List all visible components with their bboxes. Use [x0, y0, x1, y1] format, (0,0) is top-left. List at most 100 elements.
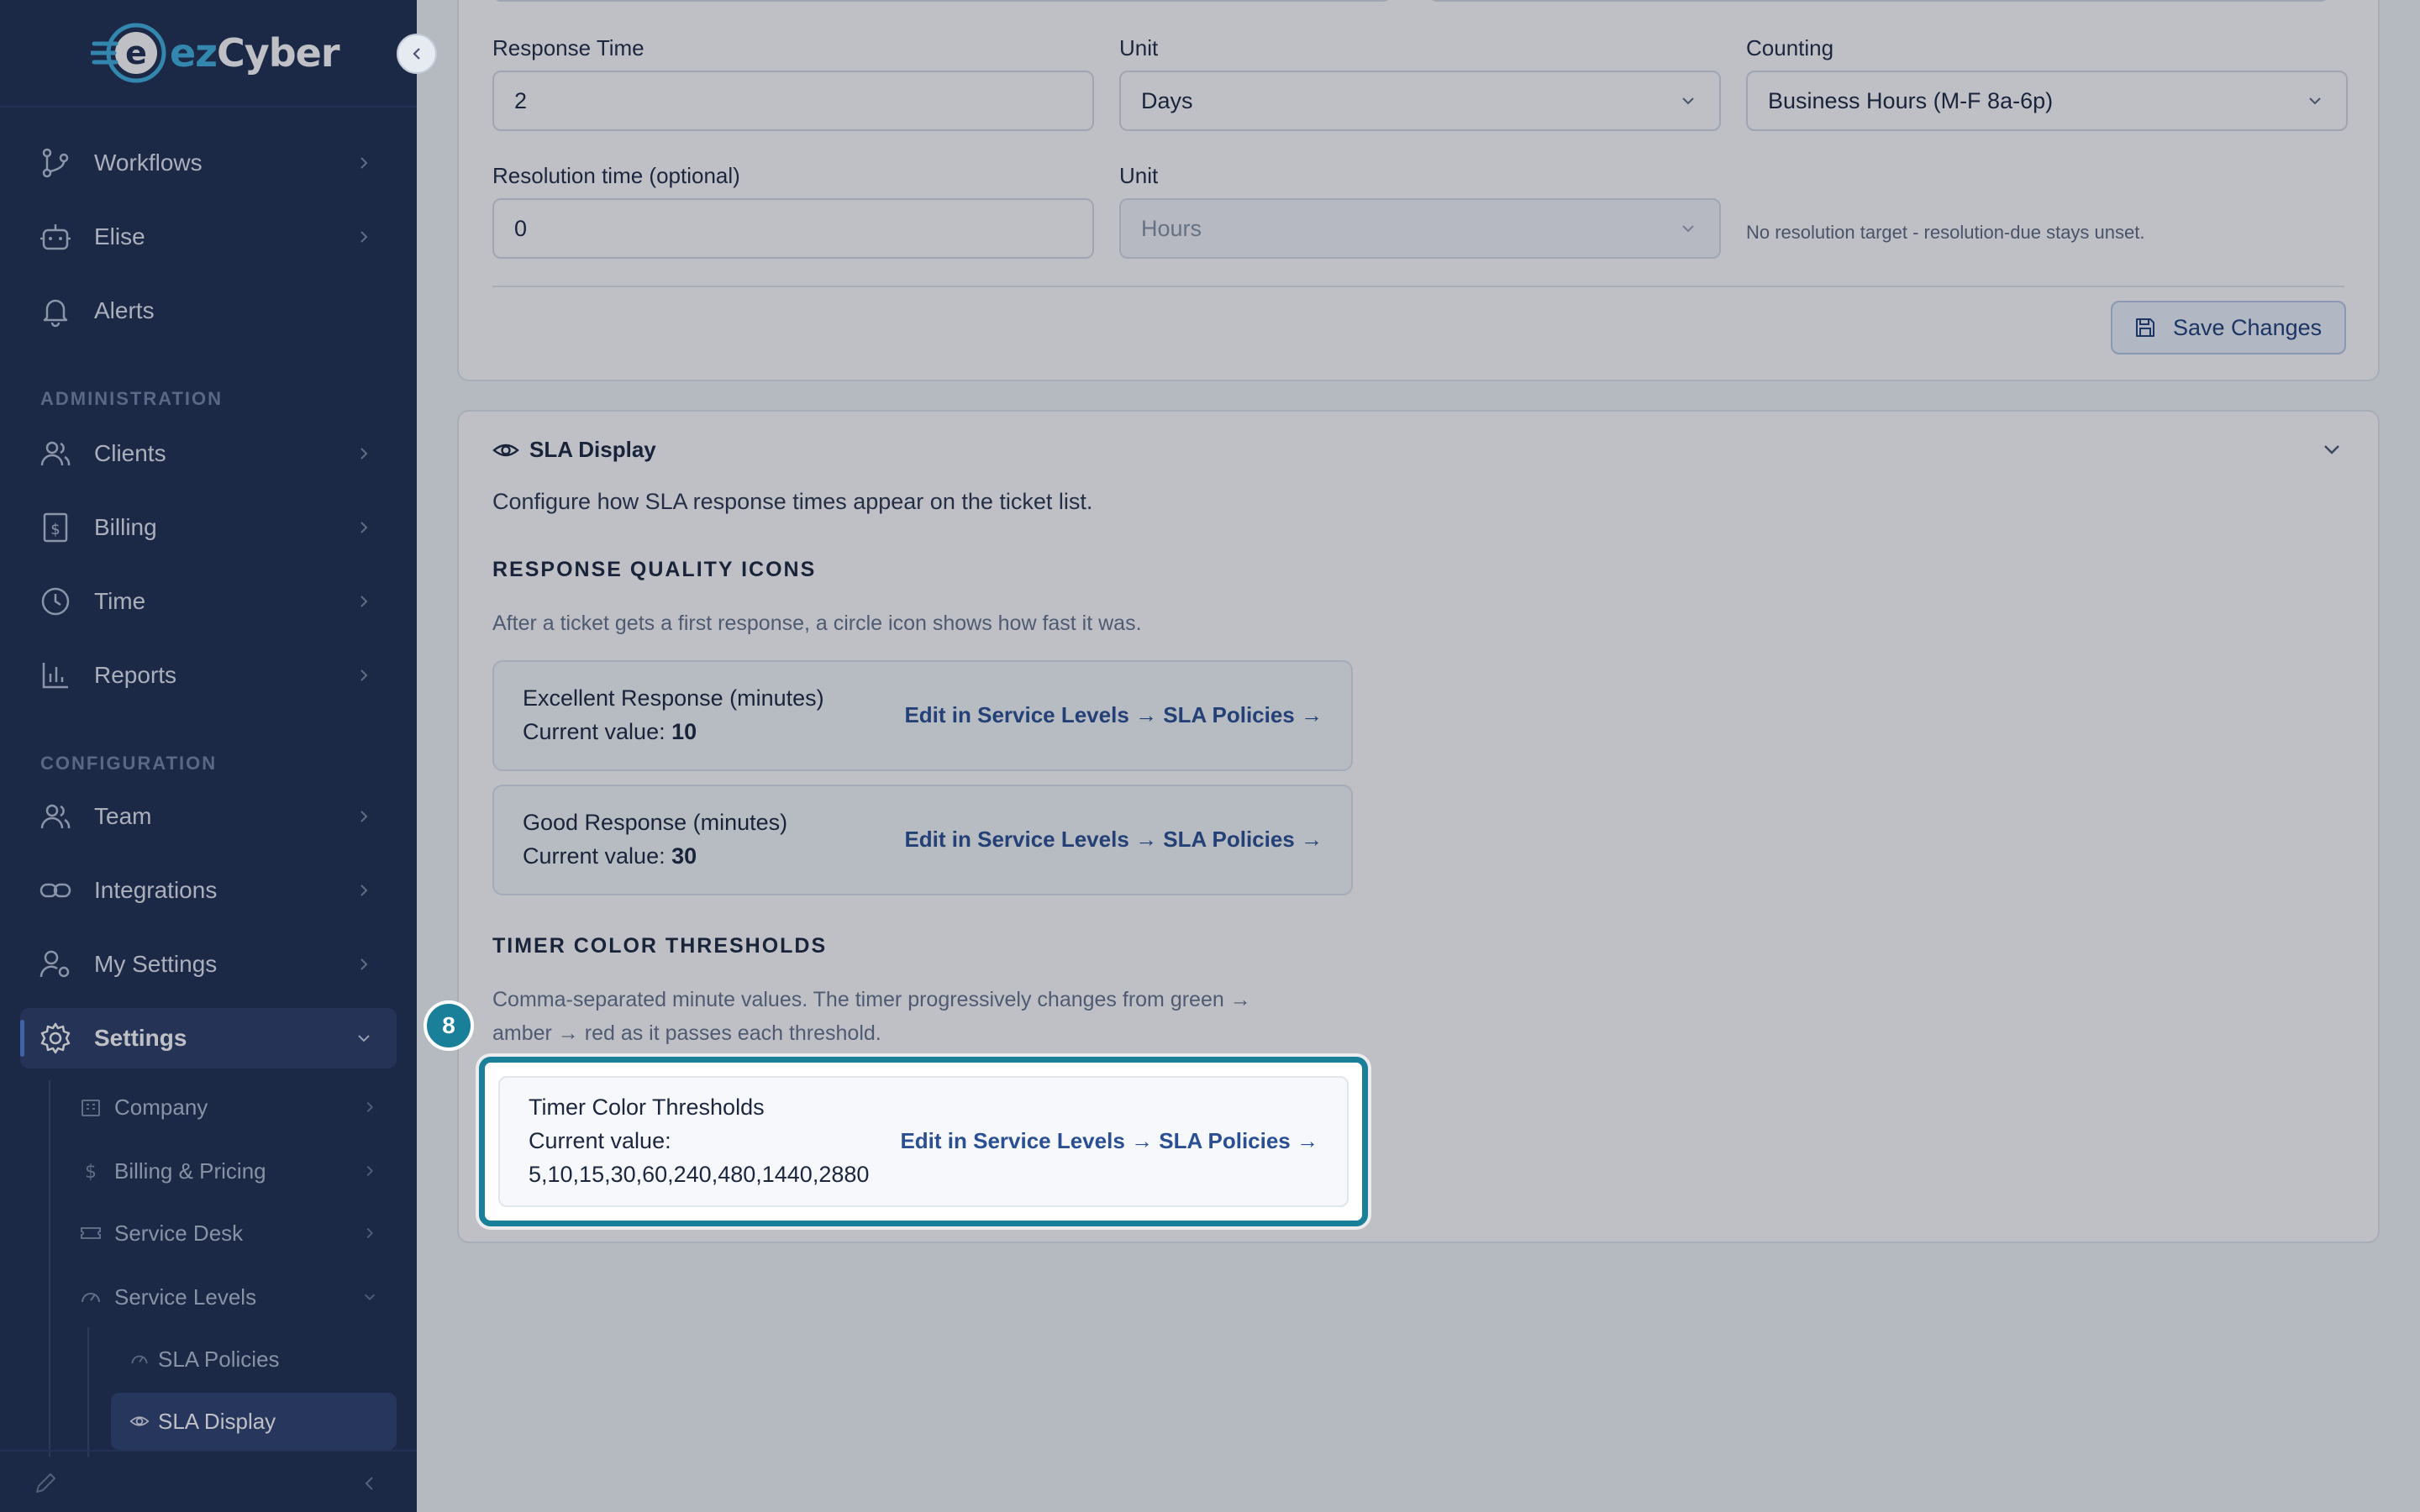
- nav-item-settings[interactable]: Settings: [20, 1008, 397, 1068]
- sidebar-item-billing-pricing[interactable]: $ Billing & Pricing: [59, 1144, 395, 1198]
- users-icon: [40, 441, 71, 466]
- building-icon: [82, 1100, 100, 1116]
- configuration-header: CONFIGURATION: [40, 753, 218, 774]
- nav-item-reports[interactable]: Reports: [20, 645, 397, 706]
- excellent-title: Excellent Response (minutes): [523, 685, 824, 711]
- chevron-right-icon: [360, 448, 368, 459]
- user-cog-icon: [39, 950, 70, 978]
- timer-thresholds-header: TIMER COLOR THRESHOLDS: [492, 934, 828, 958]
- brand-name: ezCyber: [170, 30, 340, 76]
- sla-display-title: SLA Display: [529, 437, 656, 462]
- sidebar-item-sla-display[interactable]: SLA Display: [111, 1393, 397, 1450]
- nav-item-elise[interactable]: Elise: [20, 207, 397, 267]
- chevron-right-icon: [366, 1101, 374, 1113]
- chevron-right-icon: [360, 885, 368, 896]
- sidebar-item-label: SLA Display: [158, 1408, 276, 1434]
- nav-item-clients[interactable]: Clients: [20, 423, 397, 484]
- nav-item-team[interactable]: Team: [20, 786, 397, 847]
- link-icon: [39, 883, 71, 898]
- chevron-right-icon: [360, 231, 368, 243]
- chevron-down-icon: [364, 1294, 376, 1301]
- nav-item-workflows[interactable]: Workflows: [20, 133, 397, 193]
- nav-label: Integrations: [94, 877, 218, 903]
- value-number: 10: [671, 719, 697, 744]
- value-prefix: Current value:: [523, 843, 672, 869]
- response-time-label: Response Time: [492, 35, 644, 60]
- sidebar-item-label: SLA Policies: [158, 1346, 280, 1372]
- save-icon: [2136, 318, 2154, 337]
- sidebar-header: e ezCyber: [0, 0, 417, 108]
- submenu-guide: [49, 1080, 50, 1457]
- response-quality-header: RESPONSE QUALITY ICONS: [492, 558, 817, 581]
- nav-label: Team: [94, 803, 152, 829]
- timer-desc-line1: Comma-separated minute values. The timer…: [492, 988, 1251, 1011]
- sidebar-collapse-button[interactable]: [397, 34, 437, 74]
- svg-text:$: $: [85, 1162, 97, 1183]
- value-prefix: Current value:: [523, 719, 672, 744]
- input-value: 2: [514, 87, 528, 113]
- nav-label: Billing: [94, 514, 157, 540]
- gauge-icon: [131, 1355, 148, 1364]
- input-partial[interactable]: [492, 0, 1392, 2]
- sidebar-item-service-levels[interactable]: Service Levels: [59, 1270, 395, 1324]
- brand-name-prefix: ez: [170, 30, 218, 76]
- save-label: Save Changes: [2173, 314, 2323, 340]
- resolution-label: Resolution time (optional): [492, 163, 740, 188]
- sidebar-item-label: Company: [114, 1094, 208, 1120]
- counting-label: Counting: [1746, 35, 1834, 60]
- timer-title: Timer Color Thresholds: [529, 1095, 765, 1120]
- resolution-unit-select[interactable]: Hours: [1119, 198, 1721, 259]
- sidebar-item-company[interactable]: Company: [59, 1080, 395, 1134]
- chevron-right-icon: [360, 596, 368, 607]
- chevron-down-icon: [2309, 97, 2321, 105]
- tour-step-badge: 8: [424, 1000, 474, 1051]
- select-value: Days: [1141, 87, 1193, 113]
- pencil-icon[interactable]: [32, 1470, 59, 1497]
- timer-value-prefix: Current value:: [529, 1128, 671, 1153]
- response-time-input[interactable]: 2: [492, 71, 1094, 131]
- timer-value: 5,10,15,30,60,240,480,1440,2880: [529, 1162, 870, 1187]
- nav-label: Settings: [94, 1025, 187, 1051]
- response-unit-select[interactable]: Days: [1119, 71, 1721, 131]
- counting-select[interactable]: Business Hours (M-F 8a-6p): [1746, 71, 2348, 131]
- ticket-icon: [81, 1227, 101, 1239]
- nav-item-alerts[interactable]: Alerts: [20, 281, 397, 341]
- chevron-right-icon: [360, 811, 368, 822]
- eye-icon: [492, 444, 519, 457]
- excellent-response-card: Excellent Response (minutes) Current val…: [492, 660, 1353, 771]
- input-partial[interactable]: [1428, 0, 2329, 2]
- edit-sla-policies-link[interactable]: Edit in Service Levels → SLA Policies →: [904, 702, 1323, 728]
- logo-mark-icon: e: [88, 20, 166, 86]
- nav-item-integrations[interactable]: Integrations: [20, 860, 397, 921]
- brand-logo[interactable]: e ezCyber: [88, 20, 340, 86]
- timer-desc-line2: amber → red as it passes each threshold.: [492, 1021, 881, 1045]
- chevron-left-icon[interactable]: [360, 1473, 380, 1494]
- chevron-right-icon: [360, 522, 368, 533]
- nav-item-time[interactable]: Time: [20, 571, 397, 632]
- nav-item-billing[interactable]: $ Billing: [20, 497, 397, 558]
- edit-sla-policies-link[interactable]: Edit in Service Levels → SLA Policies →: [904, 827, 1323, 853]
- select-value: Business Hours (M-F 8a-6p): [1768, 87, 2054, 113]
- dollar-icon: $: [85, 1162, 97, 1183]
- save-button[interactable]: Save Changes: [2111, 301, 2346, 354]
- resolution-hint: No resolution target - resolution-due st…: [1746, 222, 2145, 243]
- sidebar-item-service-desk[interactable]: Service Desk: [59, 1206, 395, 1260]
- sidebar-item-sla-policies[interactable]: SLA Policies: [111, 1332, 397, 1386]
- chevron-down-icon[interactable]: [2321, 438, 2343, 460]
- submenu-guide: [87, 1327, 89, 1457]
- users-icon: [40, 804, 71, 829]
- chevron-right-icon: [360, 958, 368, 970]
- nav-item-my-settings[interactable]: My Settings: [20, 934, 397, 995]
- input-value: 0: [514, 215, 528, 241]
- sla-display-description: Configure how SLA response times appear …: [492, 489, 1093, 514]
- nav-label: Workflows: [94, 150, 203, 176]
- bar-chart-icon: [42, 663, 68, 689]
- resolution-input[interactable]: 0: [492, 198, 1094, 259]
- administration-header: ADMINISTRATION: [40, 388, 224, 409]
- clock-icon: [41, 587, 70, 616]
- value-number: 30: [671, 843, 697, 869]
- nav-label: Alerts: [94, 297, 155, 323]
- edit-sla-policies-link[interactable]: Edit in Service Levels → SLA Policies →: [900, 1128, 1318, 1154]
- gear-icon: [40, 1022, 71, 1054]
- workflow-icon: [42, 148, 69, 178]
